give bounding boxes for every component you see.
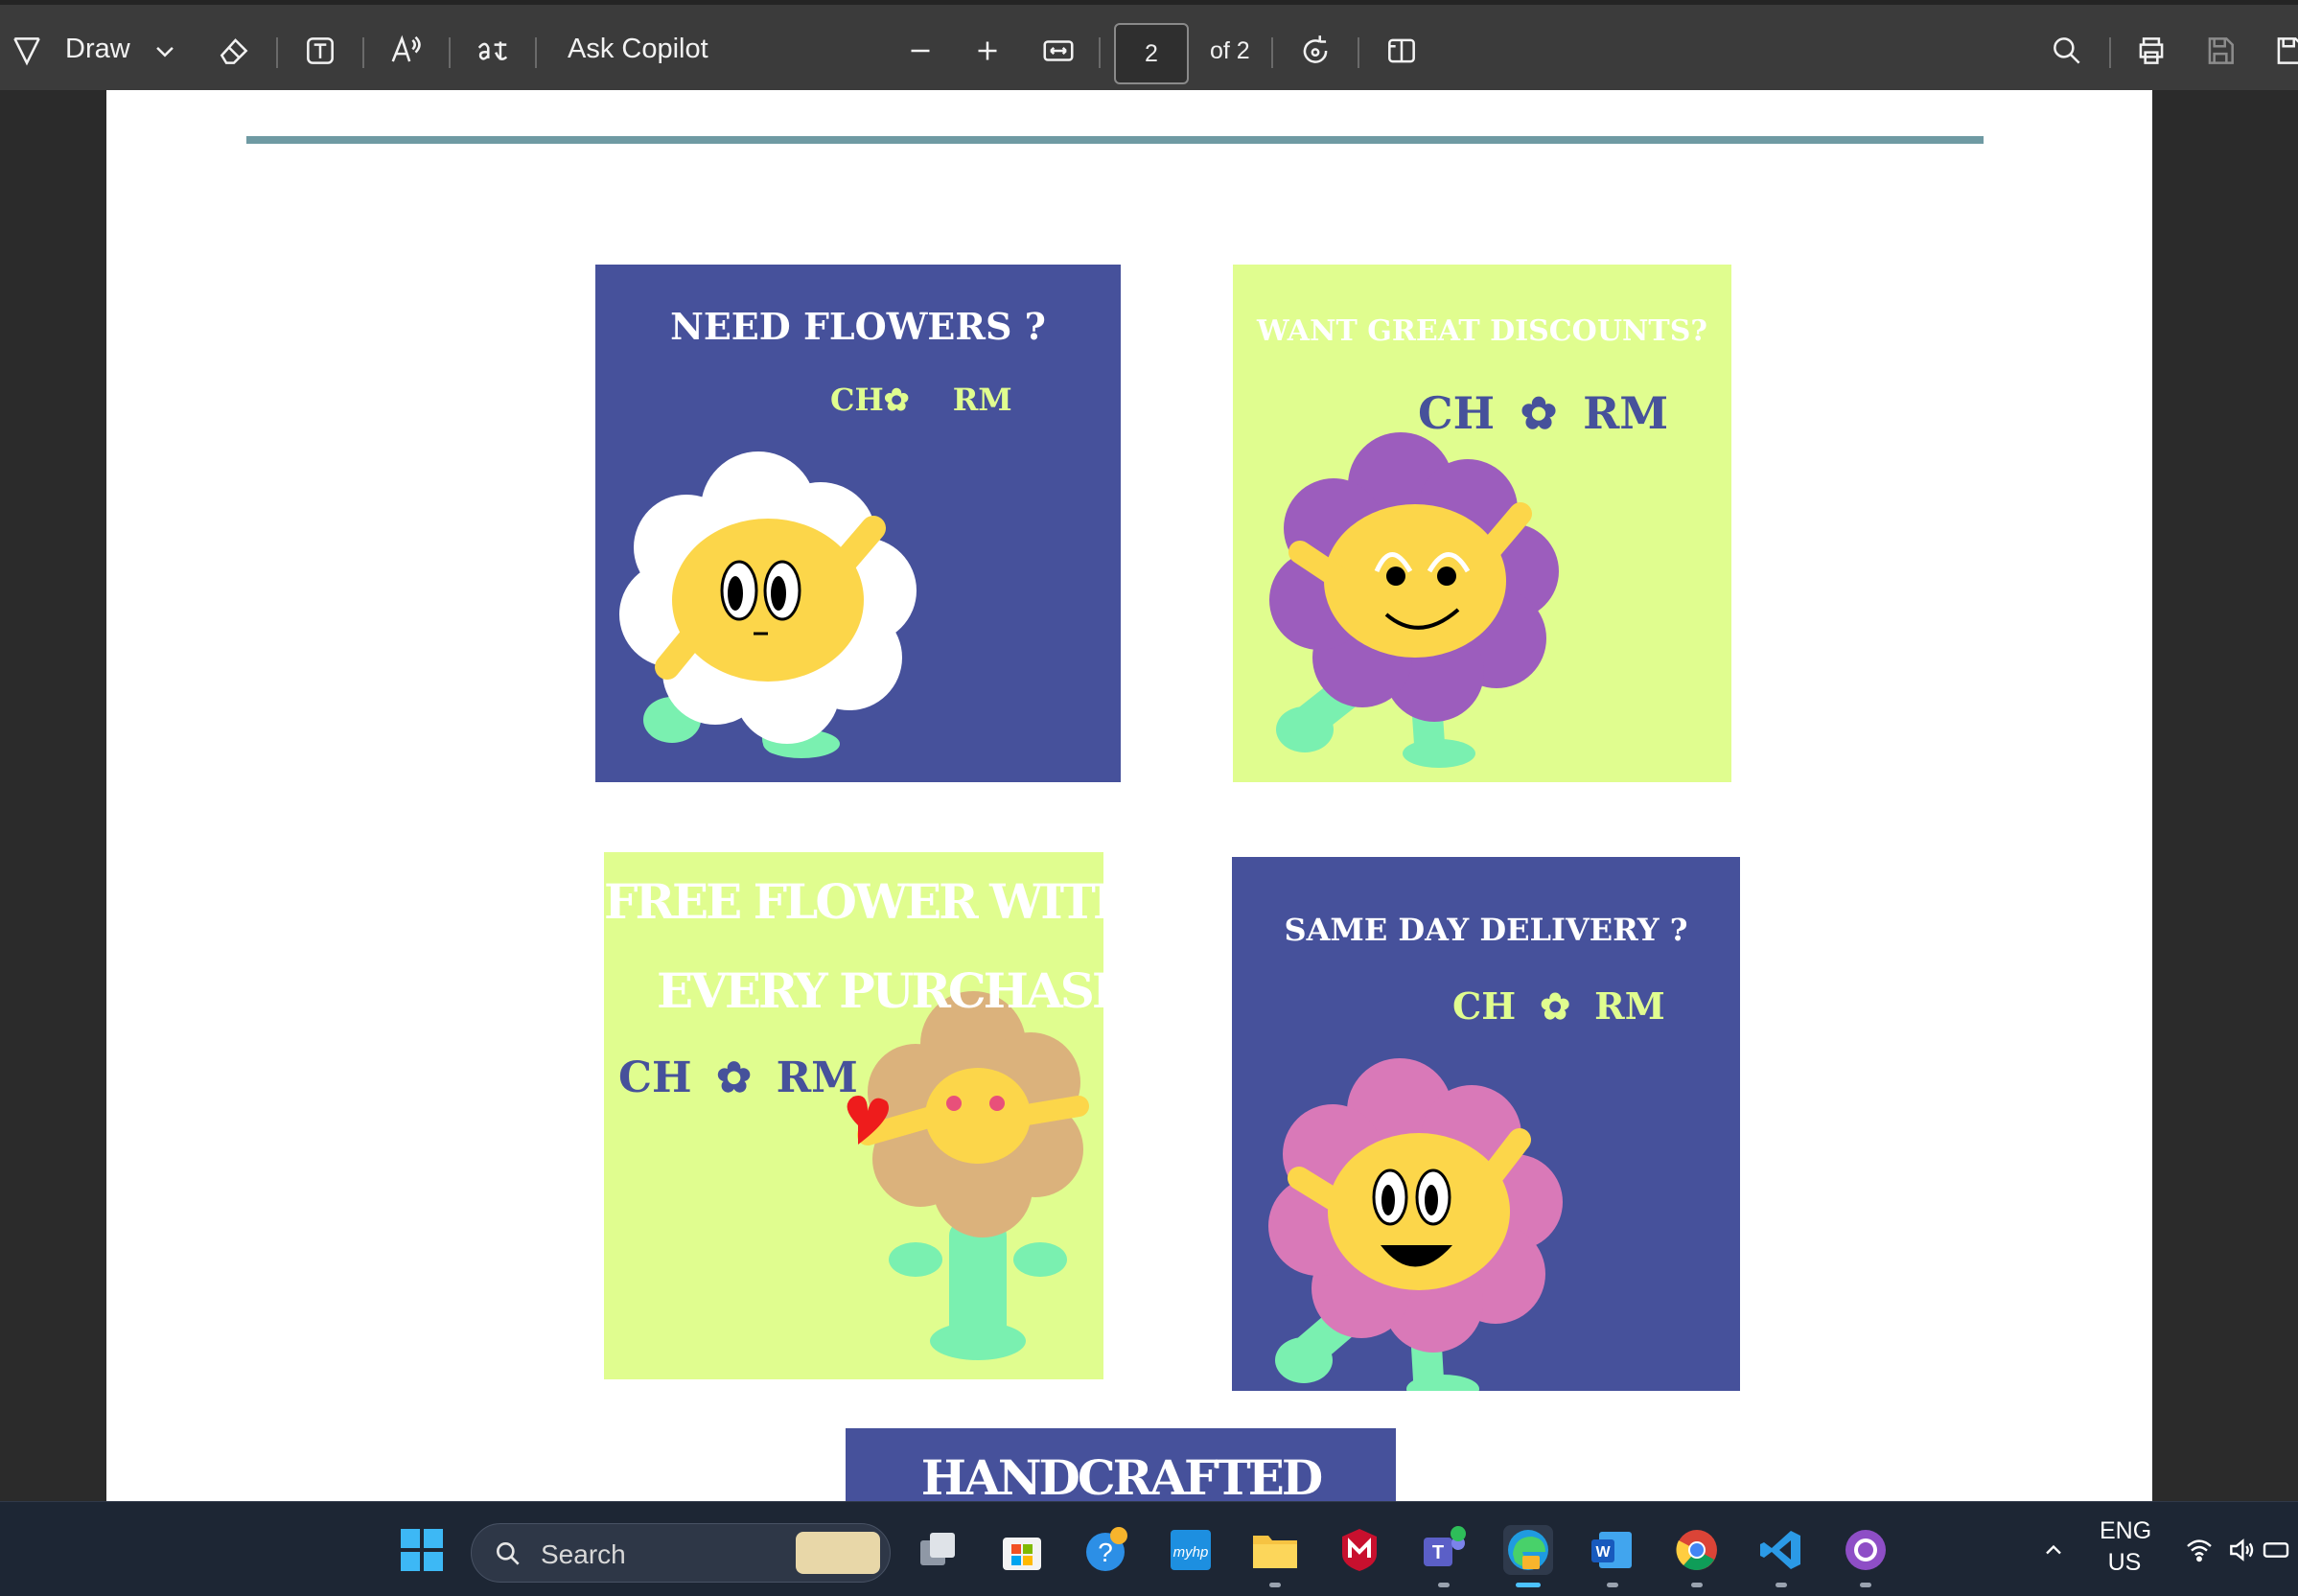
- task-view-icon[interactable]: [913, 1525, 963, 1575]
- print-icon[interactable]: [2130, 30, 2172, 72]
- poster-title: NEED FLOWERS ?: [670, 305, 1046, 348]
- poster-title: WANT GREAT DISCOUNTS?: [1257, 314, 1707, 348]
- pdf-page: NEED FLOWERS ? CH✿ RM WANT GREAT DISCOUN…: [106, 90, 2152, 1501]
- charm-logo: CH✿ RM: [830, 382, 1012, 418]
- chrome-icon[interactable]: [1672, 1525, 1722, 1587]
- save-icon[interactable]: [2199, 30, 2241, 72]
- zoom-out-icon[interactable]: [899, 30, 941, 72]
- language-indicator[interactable]: ENG US: [2100, 1515, 2152, 1579]
- file-explorer-icon[interactable]: [1250, 1525, 1300, 1587]
- github-desktop-icon[interactable]: [1841, 1525, 1891, 1587]
- get-help-icon[interactable]: ?: [1081, 1525, 1131, 1575]
- search-icon: [497, 1542, 520, 1565]
- logo-text-left: CH: [1418, 387, 1496, 439]
- toolbar-divider: [1271, 37, 1273, 68]
- charm-logo: CH ✿ RM: [1452, 984, 1665, 1028]
- read-aloud-icon[interactable]: [385, 30, 428, 72]
- rotate-icon[interactable]: [1294, 30, 1336, 72]
- zoom-in-icon[interactable]: [966, 30, 1009, 72]
- logo-text-left: CH: [830, 382, 884, 418]
- logo-text-right: RM: [776, 1053, 858, 1102]
- poster-great-discounts: WANT GREAT DISCOUNTS? CH ✿ RM: [1233, 265, 1731, 782]
- svg-text:W: W: [1595, 1544, 1611, 1561]
- pdf-toolbar: Draw Ask Copilot 2 of 2: [0, 0, 2298, 90]
- page-total-label: of 2: [1210, 37, 1250, 64]
- toolbar-divider: [449, 37, 451, 68]
- teams-icon[interactable]: T: [1419, 1525, 1469, 1587]
- search-highlight-image: [796, 1532, 880, 1574]
- flower-logo-icon: ✿: [716, 1053, 753, 1102]
- poster-same-day-delivery: SAME DAY DELIVERY ? CH ✿ RM: [1232, 857, 1740, 1391]
- poster-need-flowers: NEED FLOWERS ? CH✿ RM: [595, 265, 1121, 782]
- toolbar-divider: [1099, 37, 1101, 68]
- poster-title-line1: FREE FLOWER WITH: [604, 873, 1103, 930]
- svg-text:?: ?: [1098, 1538, 1113, 1567]
- text-box-icon[interactable]: [299, 30, 341, 72]
- svg-text:T: T: [1432, 1542, 1444, 1563]
- poster-free-flower: FREE FLOWER WITH EVERY PURCHASE @ CH ✿ RM: [604, 852, 1103, 1379]
- draw-label[interactable]: Draw: [65, 34, 130, 65]
- word-icon[interactable]: W: [1588, 1525, 1637, 1587]
- flower-logo-icon: ✿: [1520, 387, 1558, 439]
- poster-title-line2: EVERY PURCHASE @: [657, 962, 1103, 1019]
- logo-text-right: RM: [952, 382, 1012, 418]
- header-rule: [246, 136, 1984, 144]
- poster-title: HANDCRAFTED: [920, 1449, 1323, 1501]
- poster-title: SAME DAY DELIVERY ?: [1284, 912, 1688, 948]
- logo-text-right: RM: [1583, 387, 1669, 439]
- search-icon[interactable]: [2046, 30, 2088, 72]
- draw-icon[interactable]: [6, 30, 48, 72]
- toolbar-divider: [1358, 37, 1359, 68]
- page-number-input[interactable]: 2: [1114, 23, 1189, 84]
- search-placeholder: Search: [541, 1539, 626, 1569]
- poster-handcrafted: HANDCRAFTED: [846, 1428, 1396, 1501]
- translate-icon[interactable]: [472, 30, 514, 72]
- windows-start-icon[interactable]: [397, 1525, 447, 1575]
- mcafee-icon[interactable]: [1335, 1525, 1384, 1575]
- logo-text-left: CH: [1452, 984, 1517, 1028]
- fit-width-icon[interactable]: [1037, 30, 1079, 72]
- battery-icon[interactable]: [2257, 1525, 2295, 1575]
- myhp-icon[interactable]: myhp: [1166, 1525, 1216, 1575]
- charm-logo: CH ✿ RM: [618, 1053, 858, 1102]
- flower-character-illustration: [847, 991, 1089, 1360]
- language-code: ENG: [2100, 1517, 2152, 1544]
- eraser-icon[interactable]: [213, 30, 255, 72]
- toolbar-divider: [2109, 37, 2111, 68]
- toolbar-divider: [276, 37, 278, 68]
- logo-text-right: RM: [1594, 984, 1665, 1028]
- vscode-icon[interactable]: [1756, 1525, 1806, 1587]
- flower-logo-icon: ✿: [1540, 984, 1571, 1028]
- region-code: US: [2107, 1549, 2142, 1576]
- svg-text:myhp: myhp: [1173, 1544, 1209, 1561]
- show-hidden-icons-chevron-icon[interactable]: [2029, 1525, 2078, 1575]
- chevron-down-icon[interactable]: [144, 30, 186, 72]
- page-view-icon[interactable]: [1381, 30, 1423, 72]
- taskbar-search-box[interactable]: Search: [471, 1523, 891, 1583]
- ask-copilot-button[interactable]: Ask Copilot: [568, 34, 708, 65]
- toolbar-divider: [535, 37, 537, 68]
- save-as-icon[interactable]: [2268, 30, 2298, 72]
- windows-taskbar: Search ? myhp T W ENG US: [0, 1501, 2298, 1596]
- toolbar-divider: [362, 37, 364, 68]
- charm-logo: CH ✿ RM: [1418, 387, 1668, 439]
- flower-logo-icon: ✿: [883, 382, 910, 418]
- logo-text-left: CH: [618, 1053, 692, 1102]
- microsoft-store-icon[interactable]: [997, 1525, 1047, 1575]
- edge-icon[interactable]: [1503, 1525, 1553, 1587]
